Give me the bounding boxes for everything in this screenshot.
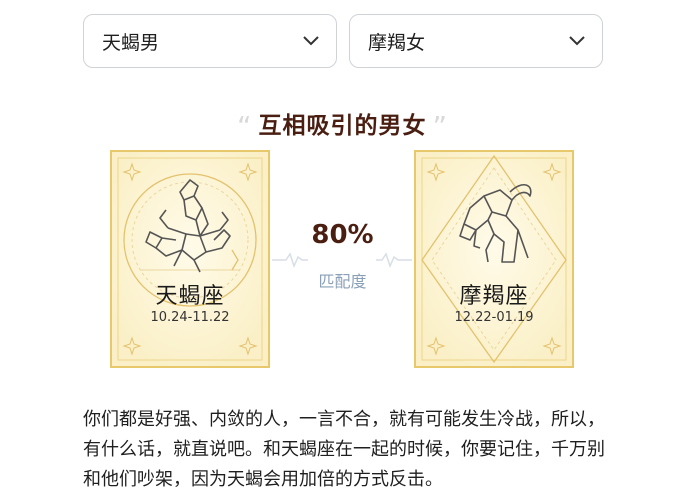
male-sign-value: 天蝎男 bbox=[102, 31, 160, 54]
match-percent: 80% bbox=[311, 220, 374, 250]
scorpio-dates: 10.24-11.22 bbox=[150, 310, 230, 325]
scorpio-name: 天蝎座 bbox=[155, 284, 225, 309]
chevron-down-icon bbox=[569, 36, 585, 46]
female-sign-select[interactable]: 摩羯女 bbox=[349, 14, 603, 68]
card-frame bbox=[110, 150, 270, 368]
capricorn-card: 摩羯座 12.22-01.19 bbox=[414, 150, 574, 368]
compatibility-description: 你们都是好强、内敛的人，一言不合，就有可能发生冷战，所以，有什么话，就直说吧。和… bbox=[83, 409, 605, 490]
chevron-down-icon bbox=[303, 36, 319, 46]
section-title-wrap: “互相吸引的男女” bbox=[0, 106, 685, 143]
section-title: 互相吸引的男女 bbox=[258, 113, 427, 139]
scorpio-card: 天蝎座 10.24-11.22 bbox=[110, 150, 270, 368]
capricorn-dates: 12.22-01.19 bbox=[454, 310, 534, 325]
capricorn-name: 摩羯座 bbox=[459, 284, 529, 309]
match-label: 匹配度 bbox=[318, 272, 367, 291]
open-quote: “ bbox=[236, 110, 253, 143]
male-sign-select[interactable]: 天蝎男 bbox=[83, 14, 337, 68]
card-frame bbox=[414, 150, 574, 368]
female-sign-value: 摩羯女 bbox=[368, 31, 426, 54]
close-quote: ” bbox=[432, 110, 449, 143]
